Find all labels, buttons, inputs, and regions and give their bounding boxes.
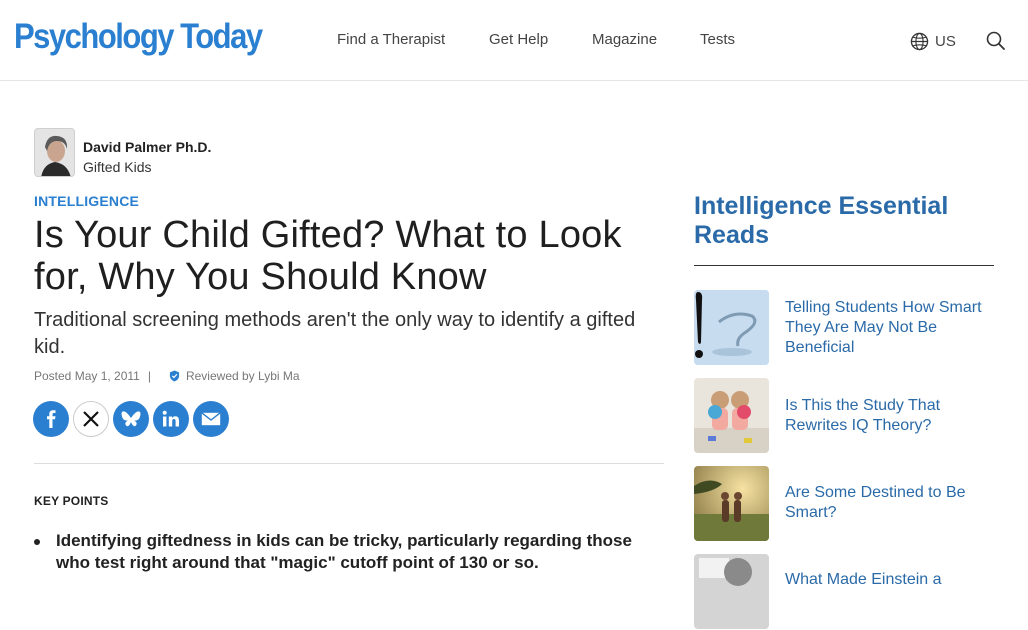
article-title: Is Your Child Gifted? What to Look for, … [34,214,622,298]
nav-get-help[interactable]: Get Help [489,31,548,48]
read-thumbnail [694,378,769,453]
key-point-item: Identifying giftedness in kids can be tr… [56,531,632,572]
linkedin-icon [162,410,179,427]
nav-magazine[interactable]: Magazine [592,31,657,48]
globe-icon [910,32,929,50]
posted-date: Posted May 1, 2011 [34,369,140,383]
read-title: What Made Einstein a [785,571,942,588]
search-icon [986,31,1005,50]
facebook-icon [47,410,56,428]
share-facebook-button[interactable] [33,401,69,437]
essential-read-item[interactable]: Are Some Destined to Be Smart? [694,466,994,542]
author-avatar[interactable] [34,128,75,177]
share-x-button[interactable] [73,401,109,437]
sidebar-divider [694,265,994,266]
verified-shield-icon [169,370,180,382]
x-icon [83,411,99,427]
nav-find-therapist[interactable]: Find a Therapist [337,31,445,48]
essential-read-item[interactable]: Telling Students How Smart They Are May … [694,290,994,366]
article-meta: Posted May 1, 2011 | Reviewed by Lybi Ma [34,369,300,383]
region-selector[interactable]: US [910,31,956,51]
read-title: Telling Students How Smart They Are May … [785,299,982,356]
essential-read-item[interactable]: Is This the Study That Rewrites IQ Theor… [694,378,994,454]
read-thumbnail [694,554,769,629]
reviewed-by: Reviewed by Lybi Ma [185,369,300,383]
nav-tests[interactable]: Tests [700,31,735,48]
sidebar-title: Intelligence Essential Reads [694,192,949,249]
author-name[interactable]: David Palmer Ph.D. [83,139,211,155]
email-icon [201,412,221,426]
bullet-dot-icon [34,539,40,545]
section-divider [34,463,664,464]
site-header: Psychology Today Find a Therapist Get He… [0,0,1028,81]
site-logo[interactable]: Psychology Today [14,18,263,54]
share-bluesky-button[interactable] [113,401,149,437]
essential-read-item[interactable]: What Made Einstein a [694,554,994,630]
search-button[interactable] [985,30,1007,52]
read-title: Are Some Destined to Be Smart? [785,484,966,521]
share-linkedin-button[interactable] [153,401,189,437]
read-thumbnail [694,290,769,365]
author-blog-name[interactable]: Gifted Kids [83,159,151,175]
read-title: Is This the Study That Rewrites IQ Theor… [785,397,941,434]
share-email-button[interactable] [193,401,229,437]
reviewer-link[interactable]: Reviewed by Lybi Ma [169,369,300,383]
meta-separator: | [147,369,151,383]
article-subtitle: Traditional screening methods aren't the… [34,309,636,358]
bluesky-icon [121,411,141,427]
key-points-label: KEY POINTS [34,494,109,508]
region-label: US [935,32,956,50]
category-link[interactable]: INTELLIGENCE [34,193,139,209]
read-thumbnail [694,466,769,541]
